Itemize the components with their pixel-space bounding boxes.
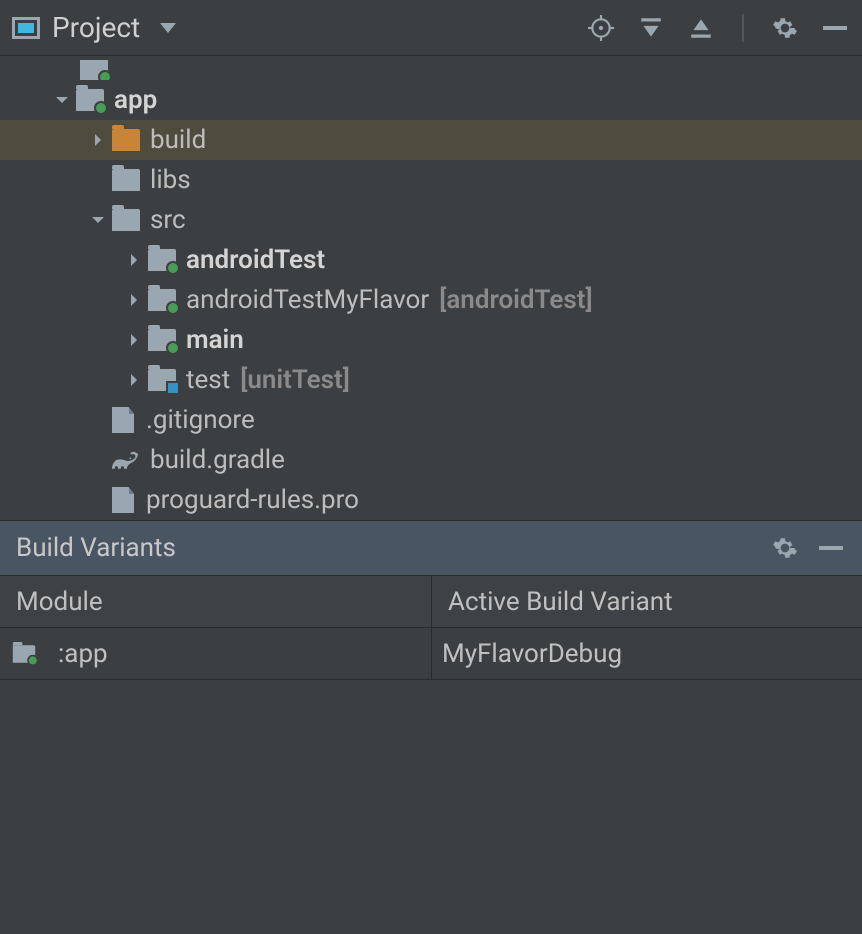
module-folder-icon [76, 89, 104, 111]
tree-label-suffix: [androidTest] [439, 285, 592, 315]
source-folder-icon [148, 249, 176, 271]
tree-row-test[interactable]: test [unitTest] [0, 360, 862, 400]
build-folder-icon [112, 129, 140, 151]
source-folder-icon [148, 329, 176, 351]
chevron-right-icon[interactable] [120, 332, 148, 348]
column-header-variant[interactable]: Active Build Variant [432, 576, 862, 627]
build-variants-columns: Module Active Build Variant [0, 576, 862, 628]
tree-row-gitignore[interactable]: .gitignore [0, 400, 862, 440]
gear-icon[interactable] [770, 13, 800, 43]
chevron-right-icon[interactable] [120, 372, 148, 388]
test-folder-icon [148, 369, 176, 391]
build-variants-empty-area [0, 680, 862, 934]
build-variants-title: Build Variants [16, 533, 770, 563]
variant-value[interactable]: MyFlavorDebug [442, 639, 622, 669]
gear-icon[interactable] [770, 533, 800, 563]
tree-row-proguard[interactable]: proguard-rules.pro [0, 480, 862, 520]
tree-row-androidtestmyflavor[interactable]: androidTestMyFlavor [androidTest] [0, 280, 862, 320]
module-folder-icon [80, 60, 108, 80]
project-view-dropdown-icon[interactable] [160, 23, 176, 33]
tree-label: libs [150, 165, 191, 195]
tree-row-src[interactable]: src [0, 200, 862, 240]
tree-row-build[interactable]: build [0, 120, 862, 160]
separator [742, 14, 744, 42]
tree-label: androidTestMyFlavor [186, 285, 429, 315]
folder-icon [112, 209, 140, 231]
tree-label: androidTest [186, 245, 325, 275]
chevron-down-icon[interactable] [84, 212, 112, 228]
locate-icon[interactable] [586, 13, 616, 43]
tree-row-app[interactable]: app [0, 80, 862, 120]
tree-row-main[interactable]: main [0, 320, 862, 360]
tree-row-libs[interactable]: libs [0, 160, 862, 200]
module-folder-icon [13, 645, 35, 663]
build-variants-row[interactable]: :app MyFlavorDebug [0, 628, 862, 680]
build-variants-header: Build Variants [0, 520, 862, 576]
tree-row-buildgradle[interactable]: build.gradle [0, 440, 862, 480]
chevron-right-icon[interactable] [84, 132, 112, 148]
minimize-icon[interactable] [816, 533, 846, 563]
tree-label: main [186, 325, 244, 355]
expand-all-icon[interactable] [636, 13, 666, 43]
project-tree[interactable]: app build libs src androidTest androidTe… [0, 56, 862, 520]
folder-icon [112, 169, 140, 191]
collapse-all-icon[interactable] [686, 13, 716, 43]
gradle-icon [112, 450, 140, 470]
tree-label: src [150, 205, 186, 235]
tree-label-suffix: [unitTest] [240, 365, 350, 395]
source-folder-icon [148, 289, 176, 311]
tree-label: build.gradle [150, 445, 285, 475]
tree-label: proguard-rules.pro [146, 485, 359, 515]
project-panel-header: Project [0, 0, 862, 56]
chevron-right-icon[interactable] [120, 252, 148, 268]
chevron-right-icon[interactable] [120, 292, 148, 308]
minimize-icon[interactable] [820, 13, 850, 43]
project-view-icon [12, 17, 40, 39]
tree-label: app [114, 85, 157, 115]
tree-row-androidtest[interactable]: androidTest [0, 240, 862, 280]
project-view-title[interactable]: Project [52, 11, 140, 44]
chevron-down-icon[interactable] [48, 92, 76, 108]
column-header-module[interactable]: Module [0, 576, 432, 627]
tree-row-cutoff[interactable] [0, 60, 862, 80]
module-name: :app [58, 639, 108, 669]
file-icon [112, 407, 134, 433]
tree-label: build [150, 125, 206, 155]
file-icon [112, 487, 134, 513]
tree-label: .gitignore [146, 405, 255, 435]
tree-label: test [186, 365, 230, 395]
